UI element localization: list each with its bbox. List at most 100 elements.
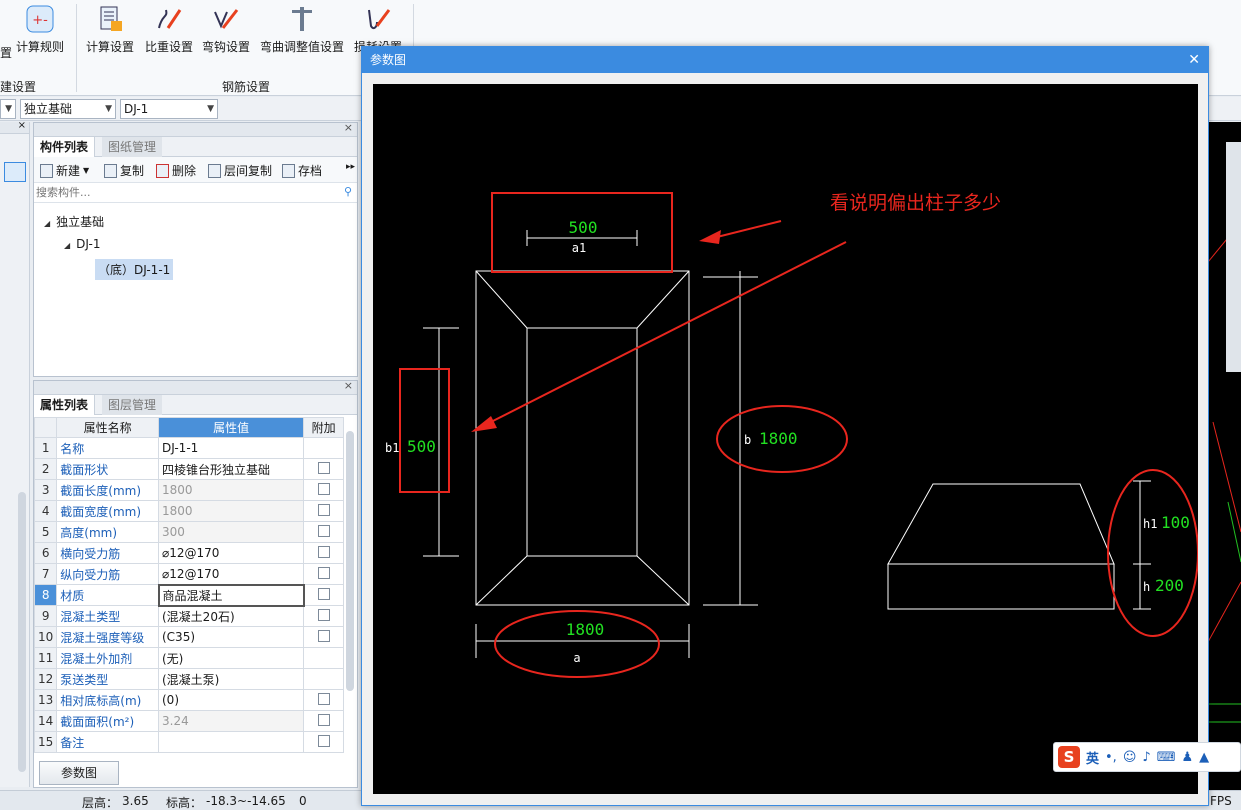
copy-button[interactable]: 复制 (104, 162, 144, 179)
tab-property-list[interactable]: 属性列表 (34, 395, 96, 415)
property-name: 混凝土外加剂 (56, 647, 159, 669)
table-row[interactable]: 1 名称 DJ-1-1 (33, 437, 344, 459)
plan-inner-rect (526, 327, 638, 557)
table-row[interactable]: 5 高度(mm) 300 (33, 521, 344, 543)
tab-component-list[interactable]: 构件列表 (34, 137, 96, 157)
model-3d-view[interactable] (1208, 122, 1241, 790)
table-row[interactable]: 8 材质 商品混凝土 (33, 583, 344, 607)
extra-checkbox[interactable] (317, 587, 330, 600)
table-row[interactable]: 13 相对底标高(m) (0) (33, 689, 344, 711)
dim-h-value: 200 (1155, 576, 1184, 595)
tree-node-leaf[interactable]: （底）DJ-1-1 (95, 259, 174, 280)
table-row[interactable]: 10 混凝土强度等级 (C35) (33, 626, 344, 648)
property-value[interactable]: 300 (157, 521, 305, 543)
type-combo[interactable]: 独立基础 ▼ (20, 99, 116, 119)
hook-settings-button[interactable]: 弯钩设置 (200, 4, 252, 60)
tree-node-root[interactable]: ◢ 独立基础 (44, 213, 104, 230)
property-value[interactable]: 3.24 (157, 710, 305, 732)
property-name: 纵向受力筋 (56, 563, 159, 585)
close-icon[interactable]: × (344, 379, 353, 392)
property-value[interactable]: ⌀12@170 (157, 563, 305, 585)
table-row[interactable]: 2 截面形状 四棱锥台形独立基础 (33, 458, 344, 480)
extra-checkbox[interactable] (317, 713, 330, 726)
close-icon[interactable]: ✕ (1188, 47, 1200, 73)
model-view-lines (1208, 142, 1241, 723)
close-icon[interactable]: × (344, 121, 353, 134)
copy-icon (104, 163, 117, 178)
sogou-logo-icon[interactable]: S (1058, 746, 1080, 768)
extra-checkbox[interactable] (317, 524, 330, 537)
expand-icon[interactable]: ◢ (64, 241, 70, 250)
expand-icon[interactable]: ◢ (44, 219, 50, 228)
search-icon[interactable]: ⚲ (344, 185, 352, 198)
property-extra (303, 563, 344, 585)
extra-checkbox[interactable] (317, 692, 330, 705)
new-button[interactable]: 新建 ▼ (40, 162, 89, 179)
property-extra (303, 710, 344, 732)
ime-mode[interactable]: 英 (1086, 748, 1099, 767)
layout-toggle-icon[interactable] (4, 162, 26, 182)
extra-checkbox[interactable] (317, 503, 330, 516)
property-value[interactable]: (无) (157, 647, 305, 669)
close-icon[interactable]: × (18, 120, 26, 131)
extra-checkbox[interactable] (317, 461, 330, 474)
property-value[interactable]: 1800 (157, 500, 305, 522)
param-diagram-button[interactable]: 参数图 (39, 761, 119, 785)
microphone-icon[interactable]: ♪ (1142, 750, 1150, 765)
tree-node-child[interactable]: ◢ DJ-1 (64, 237, 100, 251)
property-scrollbar[interactable] (346, 431, 354, 691)
density-settings-button[interactable]: 比重设置 (143, 4, 195, 60)
table-row[interactable]: 4 截面宽度(mm) 1800 (33, 500, 344, 522)
count-value: 0 (299, 794, 307, 808)
property-value[interactable]: 商品混凝土 (157, 583, 305, 607)
more-icon[interactable]: ▸▸ (346, 162, 355, 172)
calc-settings-button[interactable]: 计算设置 (84, 4, 136, 60)
property-value[interactable]: (混凝土20石) (157, 605, 305, 627)
dialog-titlebar[interactable]: 参数图 ✕ (362, 47, 1208, 73)
tab-layer-manage[interactable]: 图层管理 (102, 395, 163, 415)
extra-checkbox[interactable] (317, 482, 330, 495)
skin-icon[interactable]: ▲ (1199, 750, 1209, 765)
table-row[interactable]: 7 纵向受力筋 ⌀12@170 (33, 563, 344, 585)
floor-copy-button[interactable]: 层间复制 (208, 162, 272, 179)
property-value[interactable]: 1800 (157, 479, 305, 501)
extra-checkbox[interactable] (317, 734, 330, 747)
property-value[interactable]: ⌀12@170 (157, 542, 305, 564)
property-value[interactable]: (C35) (157, 626, 305, 648)
extra-checkbox[interactable] (317, 608, 330, 621)
keyboard-icon[interactable]: ⌨ (1157, 750, 1176, 765)
property-value[interactable]: (0) (157, 689, 305, 711)
tab-drawing-manage[interactable]: 图纸管理 (102, 137, 163, 157)
mini-scrollbar[interactable] (18, 492, 26, 772)
property-value[interactable]: (混凝土泵) (157, 668, 305, 690)
property-value[interactable]: 四棱锥台形独立基础 (157, 458, 305, 480)
emoji-icon[interactable]: ☺ (1123, 750, 1137, 765)
component-list-panel: × 构件列表 图纸管理 新建▼ 复制 删除 层间复制 存档 ▸▸ ⚲ ◢独立基础… (33, 121, 358, 377)
property-value[interactable] (157, 731, 305, 753)
row-number: 15 (33, 731, 58, 753)
punctuation-icon[interactable]: •, (1105, 750, 1117, 765)
extra-checkbox[interactable] (317, 566, 330, 579)
save-button[interactable]: 存档 (282, 162, 322, 179)
delete-button[interactable]: 删除 (156, 162, 196, 179)
table-row[interactable]: 14 截面面积(m²) 3.24 (33, 710, 344, 732)
property-name: 材质 (56, 584, 159, 606)
row-number: 7 (33, 563, 58, 585)
floor-combo[interactable]: ▼ (0, 99, 16, 119)
bend-adjust-button[interactable]: 弯曲调整值设置 (259, 4, 345, 60)
extra-checkbox[interactable] (317, 629, 330, 642)
item-combo[interactable]: DJ-1 ▼ (120, 99, 218, 119)
table-row[interactable]: 6 横向受力筋 ⌀12@170 (33, 542, 344, 564)
loss-settings-icon (363, 4, 393, 34)
table-row[interactable]: 9 混凝土类型 (混凝土20石) (33, 605, 344, 627)
property-value[interactable]: DJ-1-1 (157, 437, 305, 459)
table-row[interactable]: 11 混凝土外加剂 (无) (33, 647, 344, 669)
user-icon[interactable]: ♟ (1181, 750, 1193, 765)
calc-rule-button[interactable]: +- 计算规则 (14, 4, 66, 60)
table-row[interactable]: 3 截面长度(mm) 1800 (33, 479, 344, 501)
search-input[interactable] (34, 183, 334, 201)
table-row[interactable]: 15 备注 (33, 731, 344, 753)
table-row[interactable]: 12 泵送类型 (混凝土泵) (33, 668, 344, 690)
extra-checkbox[interactable] (317, 545, 330, 558)
row-number: 4 (33, 500, 58, 522)
